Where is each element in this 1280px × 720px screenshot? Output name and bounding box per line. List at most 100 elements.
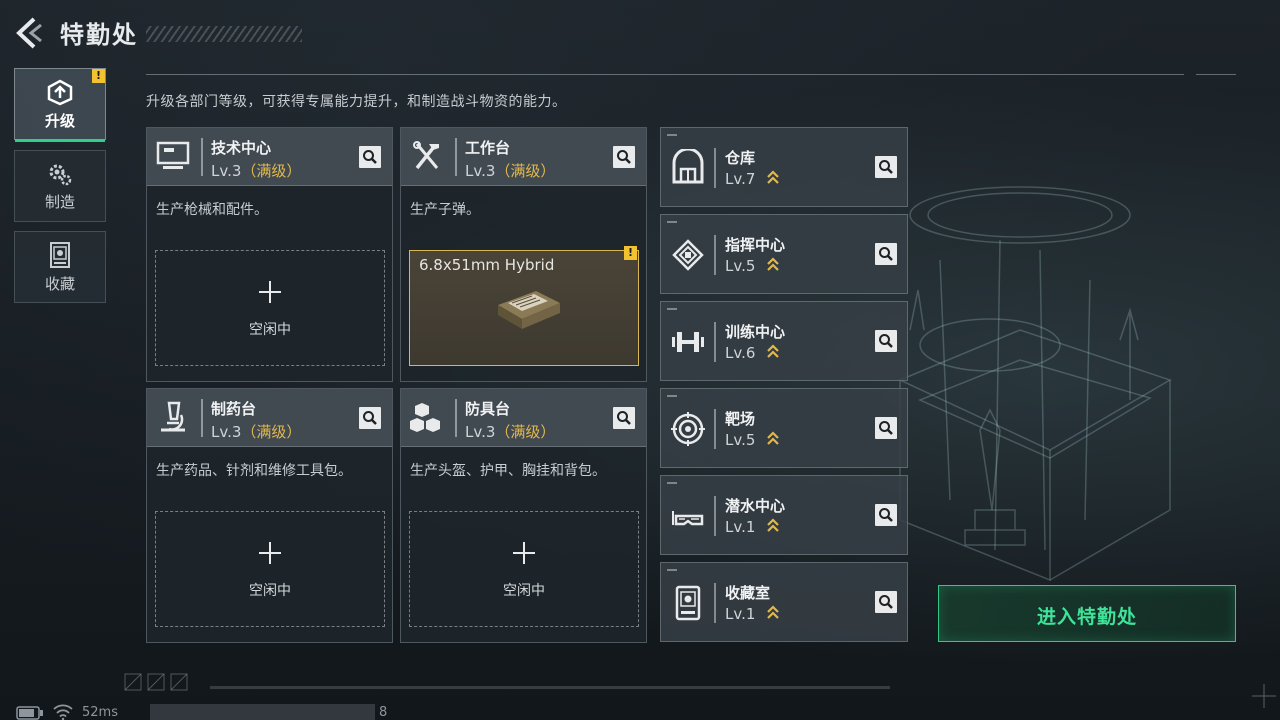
footer-hatch-decoration [124,673,188,691]
idle-production-slot[interactable]: 空闲中 [155,250,385,366]
row-separator [714,235,716,275]
department-name: 防具台 [465,400,511,418]
tab-manufacture[interactable]: 制造 [14,150,106,222]
corner-tick [667,395,677,397]
upgrade-available-icon [767,344,779,358]
row-separator [714,409,716,449]
facility-level: Lv.5 [725,431,756,449]
tab-collection[interactable]: 收藏 [14,231,106,303]
inspect-button[interactable] [613,407,635,429]
department-name: 技术中心 [211,139,272,157]
plus-icon [259,281,281,303]
department-description: 生产枪械和配件。 [156,202,268,218]
tab-upgrade[interactable]: 升级 ! [14,68,106,142]
chip-icon [672,239,704,271]
facility-row-command-center[interactable]: 指挥中心 Lv.5 [660,214,908,294]
back-button[interactable] [14,16,48,50]
department-card-armor-bench[interactable]: 防具台 Lv.3（满级） 生产头盔、护甲、胸挂和背包。 空闲中 [400,388,647,643]
search-icon [879,160,893,174]
row-separator [714,148,716,188]
divider [1196,74,1236,75]
alert-badge: ! [92,69,105,83]
upgrade-available-icon [767,170,779,184]
page-description: 升级各部门等级，可获得专属能力提升，和制造战斗物资的能力。 [146,94,567,110]
department-card-workbench[interactable]: 工作台 Lv.3（满级） 生产子弹。 6.8x51mm Hybrid ! [400,127,647,382]
search-icon [879,421,893,435]
inspect-button[interactable] [359,146,381,168]
inspect-button[interactable] [875,156,897,178]
department-description: 生产子弹。 [410,202,480,218]
inspect-button[interactable] [613,146,635,168]
tab-collection-label: 收藏 [44,274,75,293]
card-separator [201,138,203,176]
inspect-button[interactable] [875,243,897,265]
footer-number: 8 [379,705,388,720]
department-card-tech-center[interactable]: 技术中心 Lv.3（满级） 生产枪械和配件。 空闲中 [146,127,393,382]
department-description: 生产头盔、护甲、胸挂和背包。 [410,463,606,479]
facility-name: 收藏室 [725,584,771,602]
search-icon [879,508,893,522]
search-icon [617,411,631,425]
inspect-button[interactable] [359,407,381,429]
computer-icon [156,141,190,169]
idle-status: 空闲中 [249,583,291,599]
enter-special-ops-button[interactable]: 进入特勤处 [938,585,1236,642]
corner-crosshair-icon [1252,684,1276,708]
facility-row-diving-center[interactable]: 潜水中心 Lv.1 [660,475,908,555]
inspect-button[interactable] [875,591,897,613]
upgrade-available-icon [767,257,779,271]
facility-row-warehouse[interactable]: 仓库 Lv.7 [660,127,908,207]
facility-row-collection-room[interactable]: 收藏室 Lv.1 [660,562,908,642]
search-icon [363,411,377,425]
corner-tick [667,221,677,223]
card-header: 工作台 Lv.3（满级） [401,128,646,186]
max-level-label: （满级） [241,162,302,180]
row-separator [714,496,716,536]
tab-manufacture-label: 制造 [44,192,75,211]
facility-row-training-center[interactable]: 训练中心 Lv.6 [660,301,908,381]
department-card-pharmacy[interactable]: 制药台 Lv.3（满级） 生产药品、针剂和维修工具包。 空闲中 [146,388,393,643]
department-name: 工作台 [465,139,511,157]
plus-icon [513,542,535,564]
enter-button-label: 进入特勤处 [1036,606,1137,628]
network-latency: 52ms [82,705,118,720]
inspect-button[interactable] [875,504,897,526]
diving-mask-icon [672,511,704,526]
search-icon [879,247,893,261]
warehouse-icon [672,149,704,184]
alert-badge: ! [624,246,637,260]
department-name: 制药台 [211,400,257,418]
card-separator [201,399,203,437]
title-decoration [146,26,302,42]
card-header: 制药台 Lv.3（满级） [147,389,392,447]
facility-row-shooting-range[interactable]: 靶场 Lv.5 [660,388,908,468]
idle-production-slot[interactable]: 空闲中 [155,511,385,627]
search-icon [363,150,377,164]
corner-tick [667,308,677,310]
card-separator [455,138,457,176]
idle-production-slot[interactable]: 空闲中 [409,511,639,627]
inspect-button[interactable] [875,330,897,352]
back-arrow-icon [16,17,42,49]
divider [146,74,1184,75]
tab-upgrade-label: 升级 [44,111,75,130]
footer-info-bar [150,704,375,720]
facility-level: Lv.5 [725,257,756,275]
facility-level: Lv.1 [725,518,756,536]
facility-name: 训练中心 [725,323,786,341]
idle-status: 空闲中 [503,583,545,599]
crafting-item-slot[interactable]: 6.8x51mm Hybrid [409,250,639,366]
collection-icon [50,241,70,268]
active-tab-indicator [15,139,105,142]
battery-icon [16,706,43,720]
footer-divider [210,686,890,689]
facility-level: Lv.6 [725,344,756,362]
facility-name: 潜水中心 [725,497,786,515]
facility-name: 指挥中心 [725,236,786,254]
microscope-icon [161,401,185,432]
craft-item-name: 6.8x51mm Hybrid [419,256,555,274]
inspect-button[interactable] [875,417,897,439]
max-level-label: （满级） [495,162,556,180]
ammo-box-icon [498,291,560,329]
upgrade-gear-icon [47,79,73,105]
